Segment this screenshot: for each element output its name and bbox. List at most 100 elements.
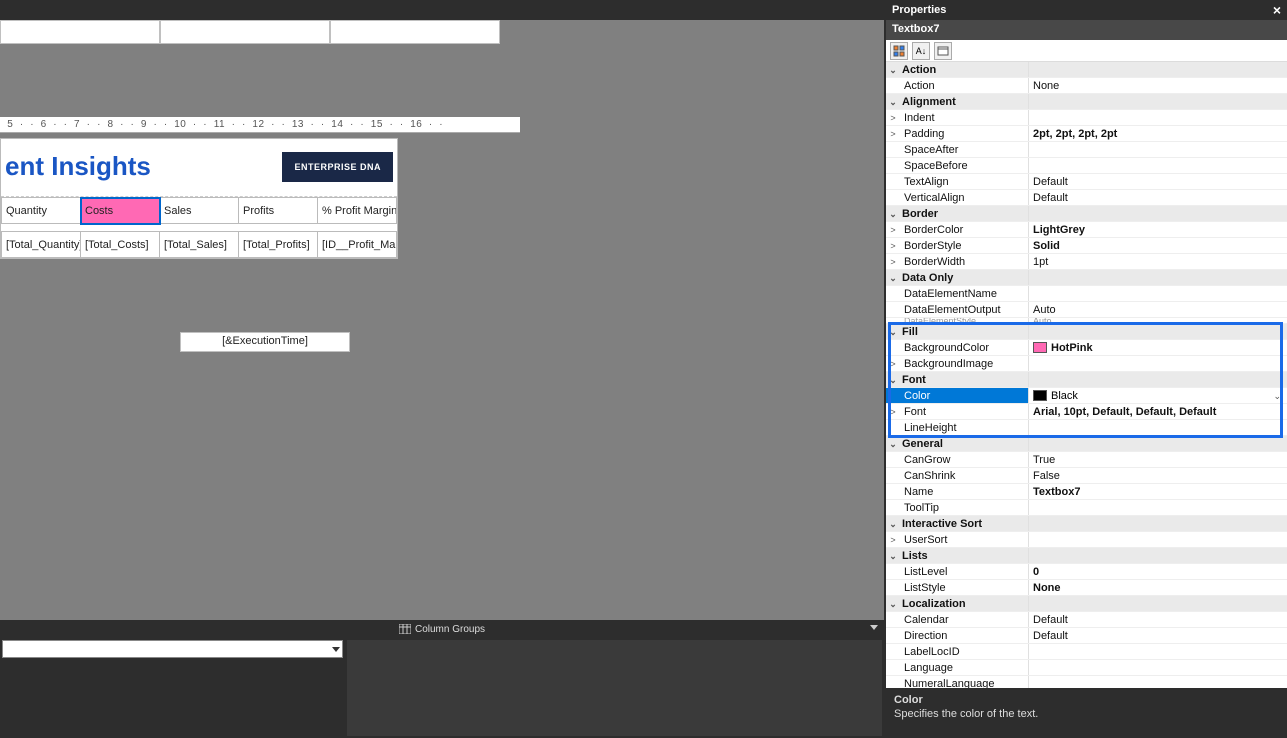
property-row-direction[interactable]: DirectionDefault <box>886 628 1287 644</box>
property-row-language[interactable]: Language <box>886 660 1287 676</box>
expander-icon[interactable] <box>886 644 900 659</box>
expander-icon[interactable] <box>886 612 900 627</box>
property-category-font[interactable]: ⌄Font <box>886 372 1287 388</box>
expander-icon[interactable]: > <box>886 110 900 125</box>
column-header-quantity[interactable]: Quantity <box>2 198 81 224</box>
property-row-dataelementoutput[interactable]: DataElementOutputAuto <box>886 302 1287 318</box>
property-category-localization[interactable]: ⌄Localization <box>886 596 1287 612</box>
column-header-costs[interactable]: Costs <box>81 198 160 224</box>
chevron-down-icon[interactable]: ⌄ <box>886 270 900 285</box>
property-row-calendar[interactable]: CalendarDefault <box>886 612 1287 628</box>
expander-icon[interactable] <box>886 628 900 643</box>
chevron-down-icon[interactable]: ⌄ <box>886 206 900 221</box>
expander-icon[interactable] <box>886 500 900 515</box>
property-row-listlevel[interactable]: ListLevel0 <box>886 564 1287 580</box>
expander-icon[interactable]: > <box>886 222 900 237</box>
property-row-borderstyle[interactable]: >BorderStyleSolid <box>886 238 1287 254</box>
chevron-down-icon[interactable]: ⌄ <box>1273 388 1281 403</box>
expander-icon[interactable] <box>886 452 900 467</box>
expander-icon[interactable] <box>886 190 900 205</box>
expander-icon[interactable] <box>886 660 900 675</box>
expander-icon[interactable] <box>886 78 900 93</box>
expander-icon[interactable]: > <box>886 254 900 269</box>
property-grid[interactable]: ⌄ActionActionNone⌄Alignment>Indent>Paddi… <box>886 62 1287 688</box>
property-row-textalign[interactable]: TextAlignDefault <box>886 174 1287 190</box>
field-total-costs[interactable]: [Total_Costs] <box>81 232 160 258</box>
chevron-down-icon[interactable]: ⌄ <box>886 324 900 339</box>
property-row-usersort[interactable]: >UserSort <box>886 532 1287 548</box>
property-value-input[interactable] <box>1051 390 1211 402</box>
property-row-tooltip[interactable]: ToolTip <box>886 500 1287 516</box>
property-pages-button[interactable] <box>934 42 952 60</box>
chevron-down-icon[interactable]: ⌄ <box>886 436 900 451</box>
property-category-alignment[interactable]: ⌄Alignment <box>886 94 1287 110</box>
group-dropdown[interactable] <box>2 640 343 658</box>
column-groups-pane[interactable] <box>347 640 882 736</box>
field-profit-margin[interactable]: [ID__Profit_Mar <box>318 232 397 258</box>
property-row-bordercolor[interactable]: >BorderColorLightGrey <box>886 222 1287 238</box>
close-icon[interactable]: × <box>1273 2 1281 18</box>
expander-icon[interactable]: > <box>886 532 900 547</box>
column-header-profits[interactable]: Profits <box>239 198 318 224</box>
property-row-action[interactable]: ActionNone <box>886 78 1287 94</box>
report-body[interactable]: ent Insights ENTERPRISE DNA Quantity Cos… <box>0 138 398 259</box>
expander-icon[interactable] <box>886 388 900 403</box>
property-category-action[interactable]: ⌄Action <box>886 62 1287 78</box>
property-category-data-only[interactable]: ⌄Data Only <box>886 270 1287 286</box>
property-row-verticalalign[interactable]: VerticalAlignDefault <box>886 190 1287 206</box>
column-header-sales[interactable]: Sales <box>160 198 239 224</box>
chevron-down-icon[interactable]: ⌄ <box>886 62 900 77</box>
chevron-down-icon[interactable]: ⌄ <box>886 548 900 563</box>
design-canvas[interactable]: 5 · · 6 · · 7 · · 8 · · 9 · · 10 · · 11 … <box>0 20 884 620</box>
expander-icon[interactable] <box>886 484 900 499</box>
expander-icon[interactable] <box>886 142 900 157</box>
chevron-down-icon[interactable]: ⌄ <box>886 372 900 387</box>
property-category-lists[interactable]: ⌄Lists <box>886 548 1287 564</box>
expander-icon[interactable]: > <box>886 126 900 141</box>
expander-icon[interactable]: > <box>886 356 900 371</box>
property-category-interactive-sort[interactable]: ⌄Interactive Sort <box>886 516 1287 532</box>
property-row-name[interactable]: NameTextbox7 <box>886 484 1287 500</box>
field-total-quantity[interactable]: [Total_Quantity] <box>2 232 81 258</box>
property-row-borderwidth[interactable]: >BorderWidth1pt <box>886 254 1287 270</box>
expander-icon[interactable] <box>886 468 900 483</box>
expander-icon[interactable] <box>886 286 900 301</box>
property-row-spaceafter[interactable]: SpaceAfter <box>886 142 1287 158</box>
property-row-backgroundimage[interactable]: >BackgroundImage <box>886 356 1287 372</box>
expander-icon[interactable] <box>886 174 900 189</box>
property-row-padding[interactable]: >Padding2pt, 2pt, 2pt, 2pt <box>886 126 1287 142</box>
property-category-general[interactable]: ⌄General <box>886 436 1287 452</box>
execution-time-textbox[interactable]: [&ExecutionTime] <box>180 332 350 352</box>
property-row-font[interactable]: >FontArial, 10pt, Default, Default, Defa… <box>886 404 1287 420</box>
row-groups-pane[interactable] <box>0 638 345 738</box>
property-row-numerallanguage[interactable]: NumeralLanguage <box>886 676 1287 688</box>
property-row-lineheight[interactable]: LineHeight <box>886 420 1287 436</box>
expander-icon[interactable] <box>886 564 900 579</box>
property-category-border[interactable]: ⌄Border <box>886 206 1287 222</box>
alphabetical-view-button[interactable]: A↓ <box>912 42 930 60</box>
field-total-sales[interactable]: [Total_Sales] <box>160 232 239 258</box>
property-row-color[interactable]: Color⌄ <box>886 388 1287 404</box>
field-total-profits[interactable]: [Total_Profits] <box>239 232 318 258</box>
property-row-indent[interactable]: >Indent <box>886 110 1287 126</box>
property-row-backgroundcolor[interactable]: BackgroundColorHotPink <box>886 340 1287 356</box>
property-row-spacebefore[interactable]: SpaceBefore <box>886 158 1287 174</box>
expander-icon[interactable] <box>886 676 900 688</box>
chevron-down-icon[interactable]: ⌄ <box>886 596 900 611</box>
property-row-labellocid[interactable]: LabelLocID <box>886 644 1287 660</box>
expander-icon[interactable] <box>886 420 900 435</box>
categorized-view-button[interactable] <box>890 42 908 60</box>
expander-icon[interactable]: > <box>886 404 900 419</box>
expander-icon[interactable] <box>886 580 900 595</box>
property-category-fill[interactable]: ⌄Fill <box>886 324 1287 340</box>
column-header-profit-margin[interactable]: % Profit Margin <box>318 198 397 224</box>
property-row-liststyle[interactable]: ListStyleNone <box>886 580 1287 596</box>
report-title-text[interactable]: ent Insights <box>5 151 151 182</box>
property-row-cangrow[interactable]: CanGrowTrue <box>886 452 1287 468</box>
expander-icon[interactable] <box>886 340 900 355</box>
chevron-down-icon[interactable]: ⌄ <box>886 94 900 109</box>
property-row-dataelementname[interactable]: DataElementName <box>886 286 1287 302</box>
property-row-canshrink[interactable]: CanShrinkFalse <box>886 468 1287 484</box>
expander-icon[interactable]: > <box>886 238 900 253</box>
expander-icon[interactable] <box>886 158 900 173</box>
